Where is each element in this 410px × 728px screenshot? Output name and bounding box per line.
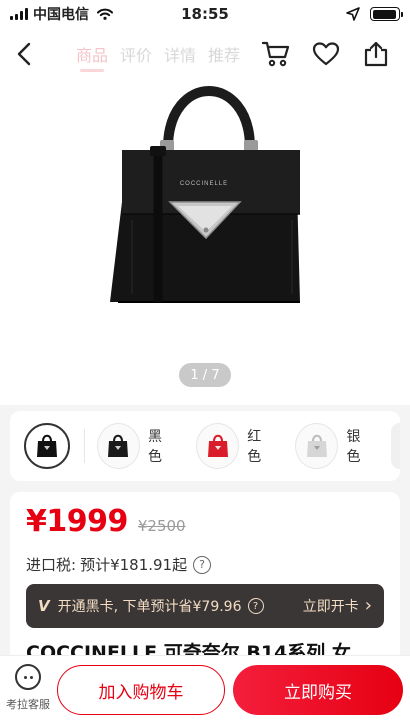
favorite-button[interactable] [312, 40, 340, 68]
chevron-right-icon: › [364, 595, 372, 616]
back-icon [17, 42, 31, 66]
chat-icon [15, 664, 41, 690]
carrier-name: 中国电信 [33, 7, 89, 23]
bag-thumb-icon [37, 434, 57, 457]
battery-icon [370, 7, 403, 21]
handbag-image: COCCINELLE [110, 86, 300, 303]
buy-now-button[interactable]: 立即购买 [233, 665, 403, 715]
variant-thumb [196, 423, 240, 469]
tax-label: 进口税: [26, 556, 77, 574]
variant-thumb [24, 423, 70, 469]
variant-option-silver[interactable]: 银色 [295, 423, 372, 469]
open-card-button[interactable]: 立即开卡 › [303, 596, 372, 616]
variant-label: 黑色 [148, 429, 163, 465]
location-arrow-icon [346, 7, 360, 21]
tax-value: 预计¥181.91起 [80, 556, 188, 574]
question-icon[interactable]: ? [247, 598, 264, 614]
variant-option-red[interactable]: 红色 [196, 423, 273, 469]
question-icon[interactable]: ? [193, 555, 212, 574]
cart-icon [262, 41, 290, 67]
tab-details[interactable]: 详情 [164, 38, 196, 70]
variant-option-overview[interactable] [24, 423, 70, 469]
bag-thumb-icon [306, 434, 327, 457]
tab-recommend[interactable]: 推荐 [208, 38, 240, 70]
variant-thumb [295, 423, 339, 469]
share-button[interactable] [362, 40, 390, 68]
variant-thumb [96, 423, 141, 469]
tab-reviews[interactable]: 评价 [120, 38, 152, 70]
customer-service-button[interactable]: 考拉客服 [2, 664, 54, 712]
wifi-icon [97, 8, 113, 20]
customer-service-label: 考拉客服 [6, 698, 50, 711]
brand-logo: COCCINELLE [180, 181, 228, 187]
nav-bar: 商品 评价 详情 推荐 [0, 28, 410, 80]
membership-banner[interactable]: V 开通黑卡, 下单预计省¥79.96 ? 立即开卡 › [26, 584, 384, 628]
open-card-label: 立即开卡 [302, 599, 359, 615]
price-card: ¥1999 ¥2500 进口税: 预计¥181.91起 ? V 开通黑卡, 下单… [10, 492, 400, 662]
vip-badge-icon: V [38, 597, 50, 615]
variant-divider [84, 429, 85, 463]
variant-option-black[interactable]: 黑色 [96, 423, 174, 469]
bottom-action-bar: 考拉客服 加入购物车 立即购买 [0, 655, 410, 728]
original-price: ¥2500 [137, 517, 186, 535]
membership-text: 开通黑卡, 下单预计省¥79.96 [57, 599, 242, 615]
add-to-cart-button[interactable]: 加入购物车 [57, 665, 225, 715]
back-button[interactable] [0, 28, 48, 80]
bag-thumb-icon [207, 434, 228, 457]
signal-icon [10, 8, 28, 20]
heart-icon [312, 42, 340, 66]
status-bar: 中国电信 18:55 [0, 0, 410, 28]
battery-level [372, 9, 396, 19]
cart-button[interactable] [262, 40, 290, 68]
current-price: ¥1999 [26, 504, 128, 539]
tab-product[interactable]: 商品 [76, 38, 108, 72]
variant-label: 红色 [247, 429, 262, 465]
image-pager: 1 / 7 [179, 363, 231, 387]
bag-thumb-icon [108, 434, 129, 457]
variant-label: 银色 [346, 429, 361, 465]
variant-selector: 黑色 红色 银色 [10, 411, 400, 481]
variant-more-peek[interactable] [390, 423, 400, 469]
share-icon [364, 41, 388, 67]
import-tax-row: 进口税: 预计¥181.91起 ? [26, 554, 212, 575]
section-tabs: 商品 评价 详情 推荐 [76, 38, 240, 72]
product-gallery[interactable]: COCCINELLE [0, 80, 410, 405]
